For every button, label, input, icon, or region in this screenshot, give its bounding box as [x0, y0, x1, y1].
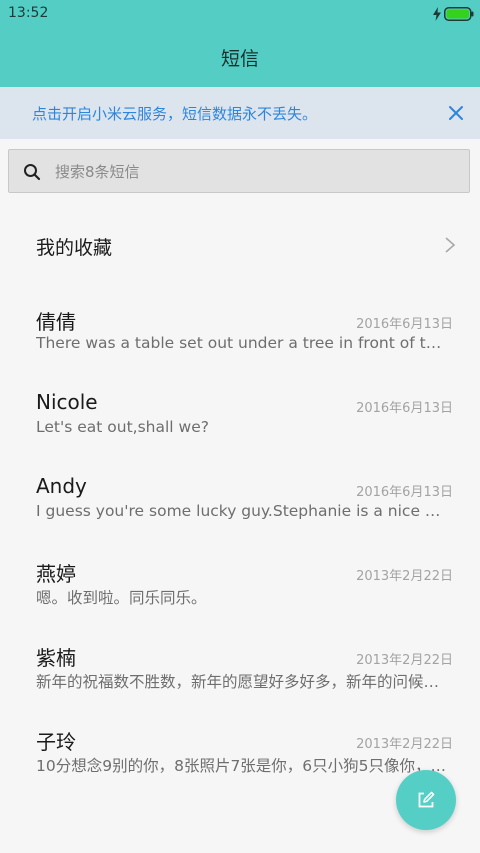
battery-icon: [444, 7, 474, 21]
contact-name: 紫楠: [36, 646, 76, 670]
app-header: 13:52 短信: [0, 0, 480, 87]
message-date: 2013年2月22日: [356, 569, 453, 584]
status-time: 13:52: [8, 5, 49, 21]
contact-name: Andy: [36, 474, 87, 498]
charge-icon: [433, 7, 441, 21]
contact-name: 燕婷: [36, 562, 76, 586]
chevron-right-icon: [445, 237, 456, 253]
favorites-label: 我的收藏: [36, 237, 113, 259]
contact-name: 子玲: [36, 730, 76, 754]
list-item[interactable]: Nicole 2016年6月13日 Let's eat out,shall we…: [0, 378, 480, 462]
banner-text[interactable]: 点击开启小米云服务，短信数据永不丢失。: [32, 103, 317, 124]
message-preview: Let's eat out,shall we?: [36, 418, 209, 436]
message-list: 倩倩 2016年6月13日 There was a table set out …: [0, 294, 480, 798]
message-preview: I guess you're some lucky guy.Stephanie …: [36, 502, 450, 520]
message-preview: 10分想念9别的你，8张照片7张是你，6只小狗5只像你，4季如春: [36, 757, 450, 775]
list-item[interactable]: Andy 2016年6月13日 I guess you're some luck…: [0, 462, 480, 546]
list-item[interactable]: 紫楠 2013年2月22日 新年的祝福数不胜数，新年的愿望好多好多，新年的问候送…: [0, 630, 480, 714]
favorites-row[interactable]: 我的收藏: [0, 210, 480, 280]
close-icon[interactable]: [448, 105, 464, 121]
compose-icon: [418, 791, 435, 808]
message-date: 2013年2月22日: [356, 653, 453, 668]
message-preview: There was a table set out under a tree i…: [36, 334, 450, 352]
message-date: 2013年2月22日: [356, 737, 453, 752]
status-bar: 13:52: [0, 0, 480, 28]
search-box[interactable]: [8, 149, 470, 193]
message-date: 2016年6月13日: [356, 317, 453, 332]
message-preview: 嗯。收到啦。同乐同乐。: [36, 589, 207, 607]
list-item[interactable]: 倩倩 2016年6月13日 There was a table set out …: [0, 294, 480, 378]
list-item[interactable]: 燕婷 2013年2月22日 嗯。收到啦。同乐同乐。: [0, 546, 480, 630]
message-date: 2016年6月13日: [356, 485, 453, 500]
message-preview: 新年的祝福数不胜数，新年的愿望好多好多，新年的问候送给你: [36, 673, 450, 691]
search-icon: [24, 164, 41, 181]
search-input[interactable]: [53, 158, 457, 186]
contact-name: 倩倩: [36, 310, 76, 334]
compose-button[interactable]: [396, 770, 456, 830]
message-date: 2016年6月13日: [356, 401, 453, 416]
page-title: 短信: [220, 48, 259, 70]
contact-name: Nicole: [36, 390, 98, 414]
cloud-service-banner[interactable]: 点击开启小米云服务，短信数据永不丢失。: [0, 87, 480, 139]
